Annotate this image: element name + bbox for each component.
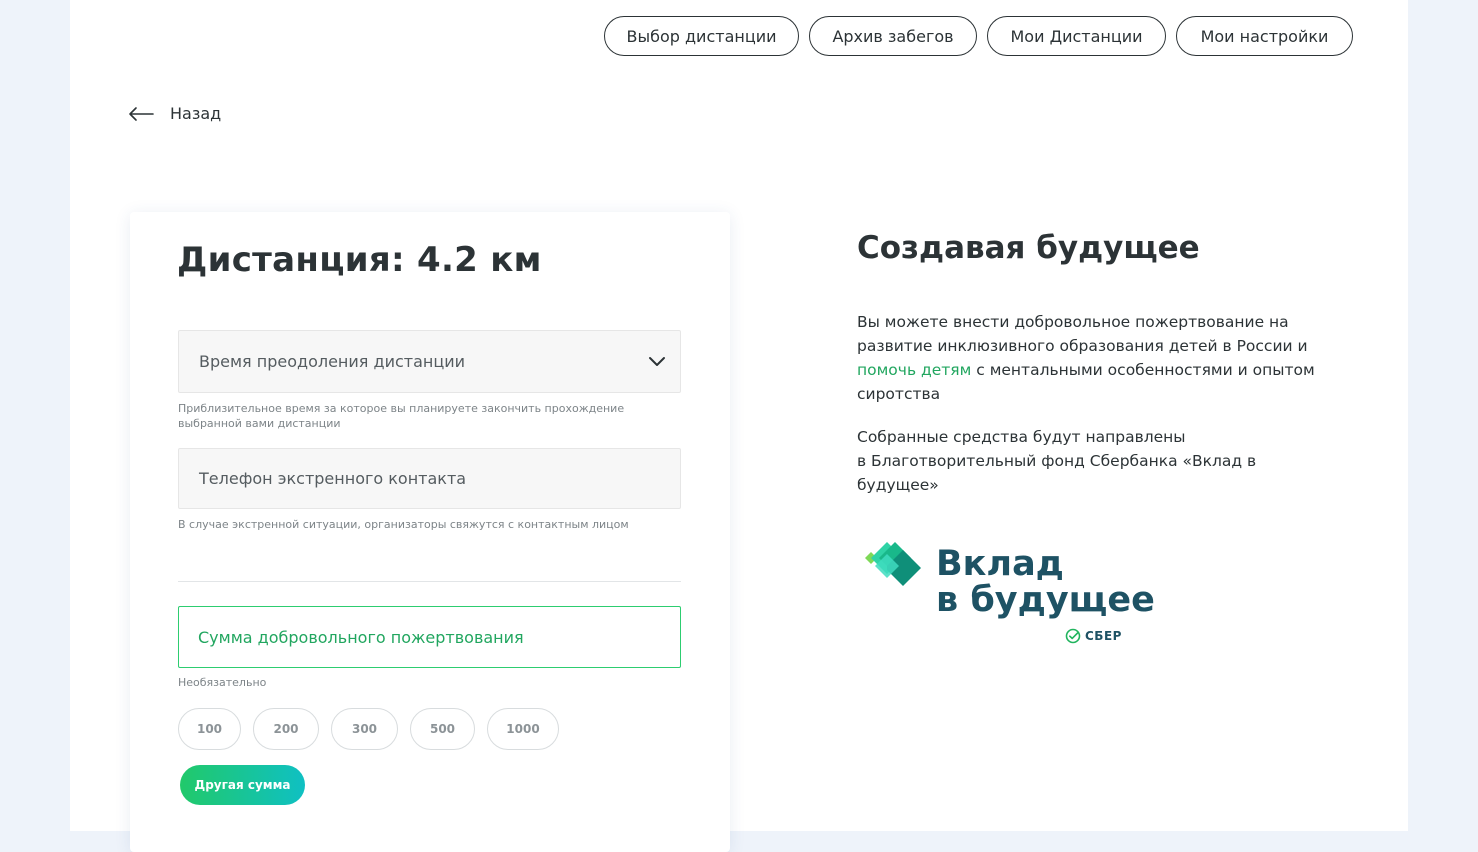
nav-my-distances-button[interactable]: Мои Дистанции	[987, 16, 1166, 56]
top-nav: Выбор дистанции Архив забегов Мои Дистан…	[604, 16, 1353, 56]
vklad-v-budushchee-logo: Вклад в будущее СБЕР	[857, 536, 1157, 656]
other-amount-button[interactable]: Другая сумма	[180, 765, 305, 805]
finish-time-placeholder: Время преодоления дистанции	[199, 352, 466, 371]
logo-line1: Вклад	[936, 544, 1064, 584]
donation-amount-placeholder: Сумма добровольного пожертвования	[198, 627, 524, 647]
amount-500-button[interactable]: 500	[410, 708, 475, 750]
registration-form-card: Дистанция: 4.2 км Время преодоления дист…	[130, 212, 730, 852]
logo-line2: в будущее	[936, 580, 1155, 620]
donation-amount-field[interactable]: Сумма добровольного пожертвования	[178, 606, 681, 668]
finish-time-hint: Приблизительное время за которое вы план…	[178, 402, 625, 430]
emergency-phone-hint: В случае экстренной ситуации, организато…	[178, 518, 629, 531]
info-fund-line1: Собранные средства будут направлены	[857, 428, 1186, 446]
donation-amount-options: 100 200 300 500 1000	[178, 708, 559, 750]
info-title: Создавая будущее	[857, 230, 1200, 266]
divider	[178, 581, 681, 582]
arrow-left-icon	[129, 106, 154, 121]
nav-distance-select-button[interactable]: Выбор дистанции	[604, 16, 799, 56]
amount-1000-button[interactable]: 1000	[487, 708, 559, 750]
sber-brand: СБЕР	[1065, 628, 1122, 644]
back-label: Назад	[170, 104, 222, 123]
chevron-down-icon	[649, 357, 665, 366]
amount-100-button[interactable]: 100	[178, 708, 241, 750]
distance-title: Дистанция: 4.2 км	[177, 240, 542, 280]
donation-optional-hint: Необязательно	[178, 676, 267, 689]
finish-time-select[interactable]: Время преодоления дистанции	[178, 330, 681, 393]
sber-check-icon	[1065, 628, 1081, 644]
info-text-before-link: Вы можете внести добровольное пожертвова…	[857, 313, 1308, 355]
info-paragraph-donation: Вы можете внести добровольное пожертвова…	[857, 310, 1337, 406]
amount-200-button[interactable]: 200	[253, 708, 319, 750]
emergency-phone-field[interactable]: Телефон экстренного контакта	[178, 448, 681, 509]
nav-races-archive-button[interactable]: Архив забегов	[809, 16, 977, 56]
page-container: Выбор дистанции Архив забегов Мои Дистан…	[70, 0, 1408, 852]
help-children-link[interactable]: помочь детям	[857, 361, 971, 379]
nav-my-settings-button[interactable]: Мои настройки	[1176, 16, 1353, 56]
back-link[interactable]: Назад	[128, 104, 221, 123]
info-fund-line2: в Благотворительный фонд Сбербанка «Вкла…	[857, 452, 1257, 494]
emergency-phone-placeholder: Телефон экстренного контакта	[199, 469, 467, 488]
info-paragraph-fund: Собранные средства будут направлены в Бла…	[857, 425, 1337, 497]
diamond-logo-icon	[865, 542, 921, 586]
sber-label: СБЕР	[1085, 629, 1122, 643]
amount-300-button[interactable]: 300	[331, 708, 398, 750]
